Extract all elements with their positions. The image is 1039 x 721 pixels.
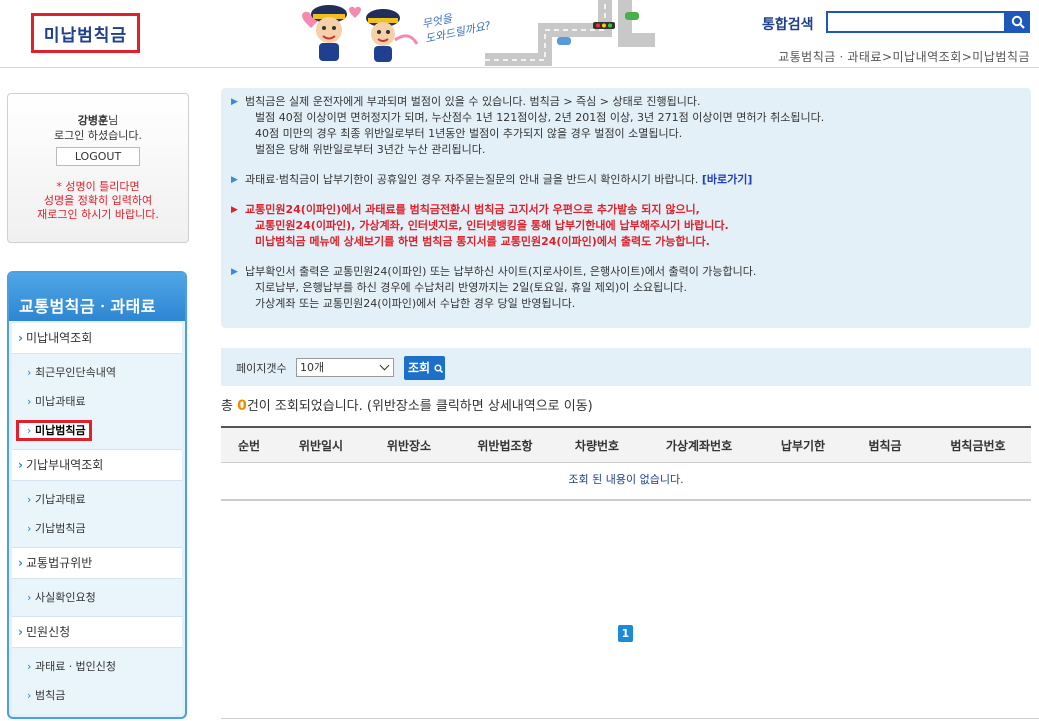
notice-holiday: 과태료·범칙금이 납부기한이 공휴일인 경우 자주묻는질문의 안내 글을 반드시… [231,172,1031,188]
login-user-info: 강병훈님 로그인 하셨습니다. [8,113,188,143]
notice-text: 벌점 40점 이상이면 면허정지가 되며, 누산점수 1년 121점이상, 2년… [255,111,825,124]
notice-box: 범칙금은 실제 운전자에게 부과되며 벌점이 있을 수 있습니다. 범칙금 > … [221,88,1031,328]
notice-conversion-warning: 교통민원24(이파인)에서 과태료를 범칙금전환시 범칙금 고지서가 우편으로 … [231,202,1031,250]
user-suffix: 님 [108,114,119,127]
notice-text: 교통민원24(이파인), 가상계좌, 인터넷지로, 인터넷뱅킹을 통해 납부기한… [255,219,729,232]
sidebar-item-label: 기납과태료 [35,493,86,506]
login-warning: * 성명이 틀리다면 성명을 정확히 입력하여 재로그인 하시기 바랍니다. [8,180,188,222]
sidebar-submenu-unpaid: 최근무인단속내역 미납과태료 미납범칙금 [12,354,182,450]
sidebar-item-label: 미납범칙금 [16,420,92,441]
notice-text: 범칙금은 실제 운전자에게 부과되며 벌점이 있을 수 있습니다. 범칙금 > … [245,95,701,108]
sidebar-item-paid-penalty[interactable]: 기납범칙금 [12,514,182,543]
road-map-icon [485,0,655,66]
sidebar-item-unpaid-penalty[interactable]: 미납범칙금 [12,416,182,445]
banner-illustration: 무엇을 도와드릴까요? [295,0,660,66]
sidebar-submenu-paid: 기납과태료 기납범칙금 [12,481,182,548]
notice-text: 과태료·범칙금이 납부기한이 공휴일인 경우 자주묻는질문의 안내 글을 반드시… [245,173,699,186]
login-warning-line2: 성명을 정확히 입력하여 [43,194,153,207]
police-mascots-icon [302,5,419,62]
page-title[interactable]: 미납범칙금 [31,13,140,53]
logout-button[interactable]: LOGOUT [56,147,140,166]
sidebar-item-label: 최근무인단속내역 [35,366,116,379]
sidebar-item-fine-corporate[interactable]: 과태료ㆍ법인신청 [12,652,182,681]
result-summary: 총 0건이 조회되었습니다. (위반장소를 클릭하면 상세내역으로 이동) [221,395,593,414]
login-warning-line1: * 성명이 틀리다면 [56,180,140,193]
sidebar-submenu-violation: 사실확인요청 [12,579,182,617]
chevron-down-icon [379,360,390,371]
column-header: 납부기한 [780,438,826,453]
search-label: 통합검색 [762,17,814,33]
sidebar-menu: 교통범칙금ㆍ과태료 미납내역조회 최근무인단속내역 미납과태료 미납범칙금 기납… [7,271,187,719]
notice-text: 납부확인서 출력은 교통민원24(이파인) 또는 납부하신 사이트(지로사이트,… [245,265,757,278]
table-header: 순번 위반일시 위반장소 위반법조항 차량번호 가상계좌번호 납부기한 범칙금 … [221,426,1031,463]
logged-in-text: 로그인 하셨습니다. [54,129,142,142]
result-count: 0 [237,398,247,414]
table-empty-message: 조회 된 내용이 없습니다. [221,463,1031,501]
goto-faq-link[interactable]: [바로가기] [702,173,753,186]
sidebar-item-fact-check[interactable]: 사실확인요청 [12,583,182,612]
page-size-value: 10개 [300,361,325,374]
sidebar-item-civil[interactable]: 민원신청 [12,617,182,648]
search-icon [1011,15,1025,29]
page-size-select[interactable]: 10개 [296,358,394,377]
column-header: 위반장소 [386,438,432,453]
query-button[interactable]: 조회 [404,356,445,380]
result-prefix: 총 [221,399,238,414]
sidebar-item-unpaid[interactable]: 미납내역조회 [12,323,182,354]
search-icon [434,364,444,374]
sidebar-item-label: 미납과태료 [35,395,86,408]
notice-text: 40점 미만의 경우 최종 위반일로부터 1년동안 벌점이 추가되지 않을 경우… [255,127,683,140]
notice-text: 미납범칙금 메뉴에 상세보기를 하면 범칙금 통지서를 교통민원24(이파인)에… [255,235,710,248]
header: 미납범칙금 무엇을 도와드릴까요? 통합검색 교통범칙금ㆍ과태료>미납내역조회>… [0,0,1039,68]
sidebar-item-paid-fine[interactable]: 기납과태료 [12,485,182,514]
page-title-text: 미납범칙금 [43,25,128,46]
search-input[interactable] [826,11,1006,33]
sidebar-submenu-civil: 과태료ㆍ법인신청 범칙금 [12,648,182,714]
column-header: 위반법조항 [477,438,533,453]
divider [221,718,1039,719]
sidebar-item-violation[interactable]: 교통법규위반 [12,548,182,579]
sidebar-item-paid[interactable]: 기납부내역조회 [12,450,182,481]
notice-receipt: 납부확인서 출력은 교통민원24(이파인) 또는 납부하신 사이트(지로사이트,… [231,264,1031,312]
column-header: 가상계좌번호 [665,438,733,453]
sidebar-item-label: 사실확인요청 [35,591,96,604]
page-size-label: 페이지갯수 [236,362,287,375]
sidebar-item-label: 기납범칙금 [35,522,86,535]
search-button[interactable] [1006,11,1030,33]
filter-bar: 페이지갯수 10개 조회 [221,348,1031,386]
sidebar-menu-body: 미납내역조회 최근무인단속내역 미납과태료 미납범칙금 기납부내역조회 기납과태… [12,323,182,714]
sidebar-item-recent-enforcement[interactable]: 최근무인단속내역 [12,358,182,387]
notice-text: 지로납부, 은행납부를 하신 경우에 수납처리 반영까지는 2일(토요일, 휴일… [255,281,687,294]
login-warning-line3: 재로그인 하시기 바랍니다. [37,208,159,221]
notice-text: 벌점은 당해 위반일로부터 3년간 누산 관리됩니다. [255,143,486,156]
login-box: 강병훈님 로그인 하셨습니다. LOGOUT * 성명이 틀리다면 성명을 정확… [7,93,189,243]
sidebar-item-unpaid-fine[interactable]: 미납과태료 [12,387,182,416]
column-header: 위반일시 [298,438,344,453]
column-header: 차량번호 [574,438,620,453]
sidebar-item-label: 과태료ㆍ법인신청 [35,660,116,673]
result-suffix: 건이 조회되었습니다. (위반장소를 클릭하면 상세내역으로 이동) [246,399,593,414]
notice-text: 가상계좌 또는 교통민원24(이파인)에서 수납한 경우 당일 반영됩니다. [255,297,576,310]
column-header: 순번 [237,438,261,453]
query-button-label: 조회 [408,361,431,375]
sidebar-menu-title: 교통범칙금ㆍ과태료 [9,273,185,321]
sidebar-item-penalty-civil[interactable]: 범칙금 [12,681,182,710]
column-header: 범칙금번호 [950,438,1006,453]
sidebar-item-label: 범칙금 [35,689,66,702]
breadcrumb: 교통범칙금ㆍ과태료>미납내역조회>미납범칙금 [778,50,1030,64]
notice-penalty-points: 범칙금은 실제 운전자에게 부과되며 벌점이 있을 수 있습니다. 범칙금 > … [231,94,1031,158]
column-header: 범칙금 [868,438,902,453]
page-number-current[interactable]: 1 [618,625,633,642]
notice-text: 교통민원24(이파인)에서 과태료를 범칙금전환시 범칙금 고지서가 우편으로 … [245,203,700,216]
user-name: 강병훈 [77,114,109,127]
result-table: 순번 위반일시 위반장소 위반법조항 차량번호 가상계좌번호 납부기한 범칙금 … [221,426,1031,501]
